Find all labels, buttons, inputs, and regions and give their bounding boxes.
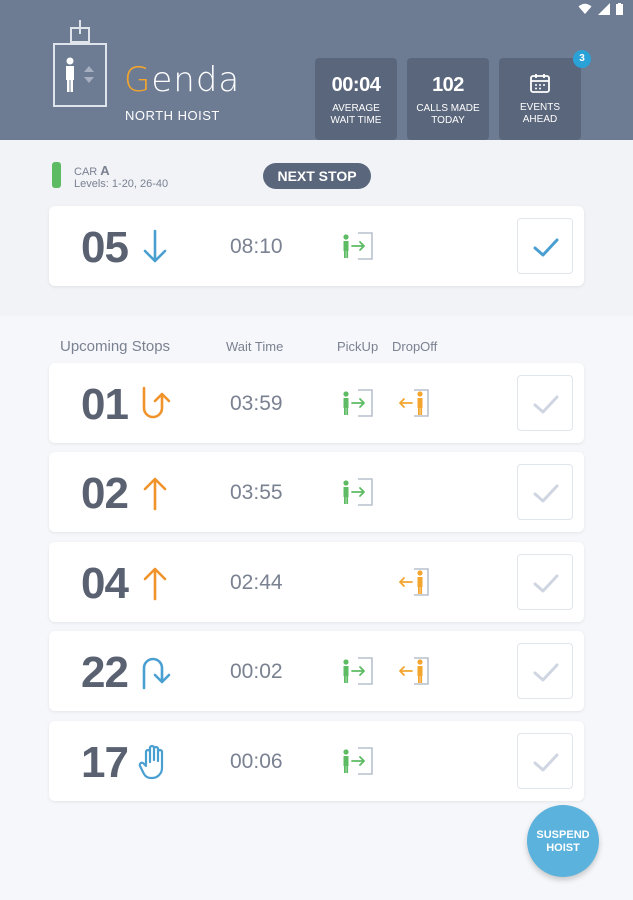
status-icons: [578, 3, 623, 15]
wait-time: 03:59: [230, 392, 283, 415]
calls-made-label: CALLS MADE TODAY: [416, 103, 480, 126]
uturn-down-icon: [142, 657, 171, 690]
wifi-icon: [578, 3, 592, 14]
dropoff-column-header: DropOff: [392, 339, 438, 354]
signal-icon: [598, 3, 610, 15]
events-ahead-tile[interactable]: EVENTS AHEAD 3: [499, 50, 591, 140]
pickup-icon: [343, 478, 373, 506]
floor-number: 22: [81, 648, 129, 697]
hoist-icon: [53, 20, 107, 107]
calls-made-tile: 102 CALLS MADE TODAY: [407, 58, 489, 140]
uturn-up-icon: [142, 386, 171, 419]
floor-number: 04: [81, 559, 129, 608]
pickup-icon: [343, 232, 373, 260]
checkmark-icon: [533, 753, 559, 772]
stop-row: 01 03:59: [49, 363, 584, 443]
pickup-icon: [343, 747, 373, 775]
car-status-indicator: [52, 162, 61, 188]
avg-wait-value: 00:04: [331, 74, 381, 96]
app-header: Genda NORTH HOIST 00:04 AVERAGE WAIT TIME…: [0, 20, 633, 140]
suspend-label-line1: SUSPEND: [536, 829, 590, 841]
wait-time: 03:55: [230, 481, 283, 504]
floor-number: 05: [81, 223, 129, 272]
arrow-down-icon: [143, 229, 167, 263]
stop-row: 02 03:55: [49, 452, 584, 532]
confirm-stop-button[interactable]: [517, 218, 573, 274]
wait-time-column-header: Wait Time: [226, 339, 284, 354]
stop-hand-icon: [138, 744, 164, 780]
dropoff-icon: [399, 389, 429, 417]
confirm-stop-button[interactable]: [517, 643, 573, 699]
wait-time: 00:02: [230, 660, 283, 683]
confirm-stop-button[interactable]: [517, 464, 573, 520]
stop-row: 04 02:44: [49, 542, 584, 622]
wait-time: 02:44: [230, 571, 283, 594]
suspend-label-line2: HOIST: [546, 842, 580, 854]
confirm-stop-button[interactable]: [517, 375, 573, 431]
arrow-up-icon: [143, 567, 167, 601]
checkmark-icon: [533, 238, 559, 257]
wait-time: 08:10: [230, 235, 283, 258]
car-levels: Levels: 1-20, 26-40: [74, 178, 169, 190]
arrow-up-icon: [143, 477, 167, 511]
confirm-stop-button[interactable]: [517, 554, 573, 610]
stop-row: 22 00:02: [49, 631, 584, 711]
suspend-hoist-button[interactable]: SUSPEND HOIST: [527, 805, 599, 877]
battery-icon: [616, 3, 623, 15]
avg-wait-tile: 00:04 AVERAGE WAIT TIME: [315, 58, 397, 140]
pickup-column-header: PickUp: [337, 339, 379, 354]
floor-number: 17: [81, 738, 129, 787]
next-stop-card: 05 08:10: [49, 206, 584, 286]
checkmark-icon: [533, 484, 559, 503]
wait-time: 00:06: [230, 750, 283, 773]
events-count-badge: 3: [573, 50, 591, 68]
floor-number: 02: [81, 469, 129, 518]
confirm-stop-button[interactable]: [517, 733, 573, 789]
checkmark-icon: [533, 663, 559, 682]
pickup-icon: [343, 389, 373, 417]
hoist-name: NORTH HOIST: [125, 108, 220, 123]
checkmark-icon: [533, 395, 559, 414]
status-bar: [0, 0, 633, 20]
dropoff-icon: [399, 657, 429, 685]
calendar-icon: [530, 74, 550, 93]
app-logo: Genda: [124, 60, 241, 100]
car-label: CAR A: [74, 163, 110, 178]
upcoming-stops-heading: Upcoming Stops: [60, 338, 171, 355]
floor-number: 01: [81, 380, 129, 429]
calls-made-value: 102: [432, 74, 464, 96]
avg-wait-label: AVERAGE WAIT TIME: [330, 103, 382, 126]
stop-row: 17 00:06: [49, 721, 584, 801]
pickup-icon: [343, 657, 373, 685]
checkmark-icon: [533, 574, 559, 593]
events-ahead-label: EVENTS AHEAD: [519, 102, 560, 125]
dropoff-icon: [399, 568, 429, 596]
next-stop-label: NEXT STOP: [263, 163, 371, 189]
